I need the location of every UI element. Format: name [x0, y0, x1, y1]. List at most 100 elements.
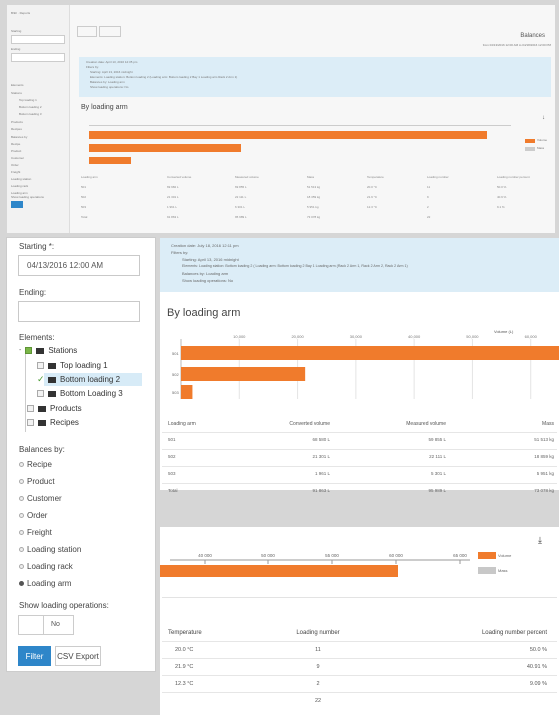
table1-cell: 503 — [168, 471, 176, 476]
top-back-button-2[interactable] — [99, 26, 121, 37]
starting-date-input[interactable]: 04/13/2016 12:00 AM — [18, 255, 140, 276]
top-table-cell: 502 — [81, 195, 87, 199]
tree-checkbox[interactable] — [27, 419, 34, 426]
top-info-line1: Creation date: April 13, 2016 12:35 pm — [86, 60, 138, 64]
tree-toggle[interactable]: - — [19, 347, 21, 354]
table1-header: Converted volume — [289, 421, 330, 427]
balances-option-loading-arm[interactable]: Loading arm — [19, 579, 71, 588]
top-chart-axis — [89, 125, 511, 126]
top-legend-mass-swatch — [525, 147, 535, 151]
top-legend-volume: Volume — [537, 138, 548, 142]
tree-item-top-loading-1[interactable]: Top loading 1 — [37, 361, 108, 370]
filter-panel: Starting *: 04/13/2016 12:00 AM Ending: … — [6, 237, 156, 672]
top-table-cell: 21 301 L — [167, 195, 179, 199]
radio[interactable] — [19, 479, 24, 484]
tree-item-recipes[interactable]: Recipes — [27, 418, 79, 427]
table2-cell: 50.0 % — [529, 647, 547, 653]
radio-selected[interactable] — [19, 581, 24, 586]
top-table-cell: 51 513 kg — [307, 185, 321, 189]
table2-header: Loading number percent — [481, 630, 547, 636]
top-download-icon[interactable]: ↓ — [542, 115, 545, 121]
top-sidebar-item[interactable]: Bottom loading 2 — [19, 105, 42, 109]
radio[interactable] — [19, 547, 24, 552]
stations-checkbox[interactable] — [25, 347, 33, 354]
radio[interactable] — [19, 513, 24, 518]
tree-item-label: Bottom Loading 3 — [60, 389, 123, 398]
top-sidebar-item[interactable]: Recipes — [11, 127, 22, 131]
ending-date-input[interactable] — [18, 301, 140, 322]
top-table-cell: 1 961 L — [167, 205, 178, 209]
top-sidebar-item[interactable]: Loading rack — [11, 184, 28, 188]
table2-header: Temperature — [168, 630, 202, 636]
tree-item-bottom-loading-3[interactable]: Bottom Loading 3 — [37, 389, 123, 398]
filter-button[interactable]: Filter — [18, 646, 51, 666]
radio[interactable] — [19, 462, 24, 467]
tree-item-products[interactable]: Products — [27, 404, 82, 413]
table1-cell: Total — [168, 488, 178, 493]
top-bar-502 — [89, 144, 241, 152]
tree-item-label: Bottom loading 2 — [60, 375, 121, 384]
top-table-cell: 73 078 kg — [307, 215, 321, 219]
top-table-cell: 20.0 °C — [367, 185, 378, 189]
table2-row-divider — [162, 692, 557, 693]
table2-header: Loading number — [296, 630, 340, 636]
table1-row-divider — [162, 432, 557, 433]
table1-cell: 59 855 L — [428, 437, 446, 442]
tree-checkbox[interactable] — [37, 390, 44, 397]
top-sidebar-item[interactable]: Recipe — [11, 142, 20, 146]
top-sidebar-item[interactable]: Balances by — [11, 135, 27, 139]
table1-row-divider — [162, 449, 557, 450]
top-table-header: Mass — [307, 175, 315, 179]
balances-option-order[interactable]: Order — [19, 511, 47, 520]
table2-cell: 21.9 °C — [175, 664, 194, 670]
top-ending-input[interactable] — [11, 53, 65, 62]
balances-option-freight[interactable]: Freight — [19, 528, 52, 537]
top-sidebar-item[interactable]: Top loading 1 — [19, 98, 37, 102]
table1-cell: 5 951 kg — [536, 471, 554, 476]
top-table-cell: 6 301 L — [235, 205, 246, 209]
table1-cell: 91 863 L — [312, 488, 330, 493]
top-sidebar-item[interactable]: Show loading operations — [11, 195, 44, 199]
top-sidebar-item[interactable]: Bottom loading 3 — [19, 112, 42, 116]
tree-item-bottom-loading-2[interactable]: ✓ Bottom loading 2 — [37, 375, 121, 385]
checkmark-icon[interactable]: ✓ — [37, 375, 45, 384]
show-ops-toggle[interactable]: No — [18, 615, 74, 635]
x-tick-label: 20,000 — [291, 334, 304, 339]
tree-item-stations[interactable]: - Stations — [19, 346, 77, 355]
csv-export-button[interactable]: CSV Export — [55, 646, 101, 666]
x-tick-label: 40 000 — [198, 553, 212, 558]
tree-item-label: Products — [50, 404, 82, 413]
folder-icon — [48, 390, 56, 397]
balances-option-customer[interactable]: Customer — [19, 494, 62, 503]
top-screenshot: ВЭК · Reports Starting Ending Elements St… — [7, 5, 555, 233]
balances-option-loading-rack[interactable]: Loading rack — [19, 562, 73, 571]
report-bar-chart: 10,000 20,000 30,000 40,000 50,000 60,000 501 5… — [172, 334, 559, 399]
report-chart-title: By loading arm — [167, 307, 241, 319]
top-starting-input[interactable] — [11, 35, 65, 44]
top-sidebar-item[interactable]: Products — [11, 120, 23, 124]
tree-checkbox[interactable] — [27, 405, 34, 412]
radio[interactable] — [19, 530, 24, 535]
balances-option-loading-station[interactable]: Loading station — [19, 545, 81, 554]
top-filter-button[interactable] — [11, 201, 23, 208]
top-ending-label: Ending — [11, 47, 21, 51]
table1-cell: 22 111 L — [429, 454, 446, 459]
top-sidebar-item[interactable]: Order — [11, 163, 19, 167]
top-back-button[interactable] — [77, 26, 97, 37]
folder-icon — [48, 376, 56, 383]
top-table-cell: 9 — [427, 195, 429, 199]
top-sidebar-item[interactable]: Customer — [11, 156, 24, 160]
top-sidebar-item[interactable]: Loading station — [11, 177, 31, 181]
table2-cell: 9.09 % — [529, 681, 547, 687]
top-sidebar-item[interactable]: Stations — [11, 91, 22, 95]
top-info-item: Balances by: Loading arm — [90, 80, 125, 84]
balances-option-product[interactable]: Product — [19, 477, 55, 486]
balances-option-recipe[interactable]: Recipe — [19, 460, 52, 469]
radio[interactable] — [19, 564, 24, 569]
tree-checkbox[interactable] — [37, 362, 44, 369]
top-sidebar-item[interactable]: Elements — [11, 83, 24, 87]
radio[interactable] — [19, 496, 24, 501]
top-sidebar-item[interactable]: Freight — [11, 170, 20, 174]
folder-icon — [38, 405, 46, 412]
top-sidebar-item[interactable]: Product — [11, 149, 21, 153]
